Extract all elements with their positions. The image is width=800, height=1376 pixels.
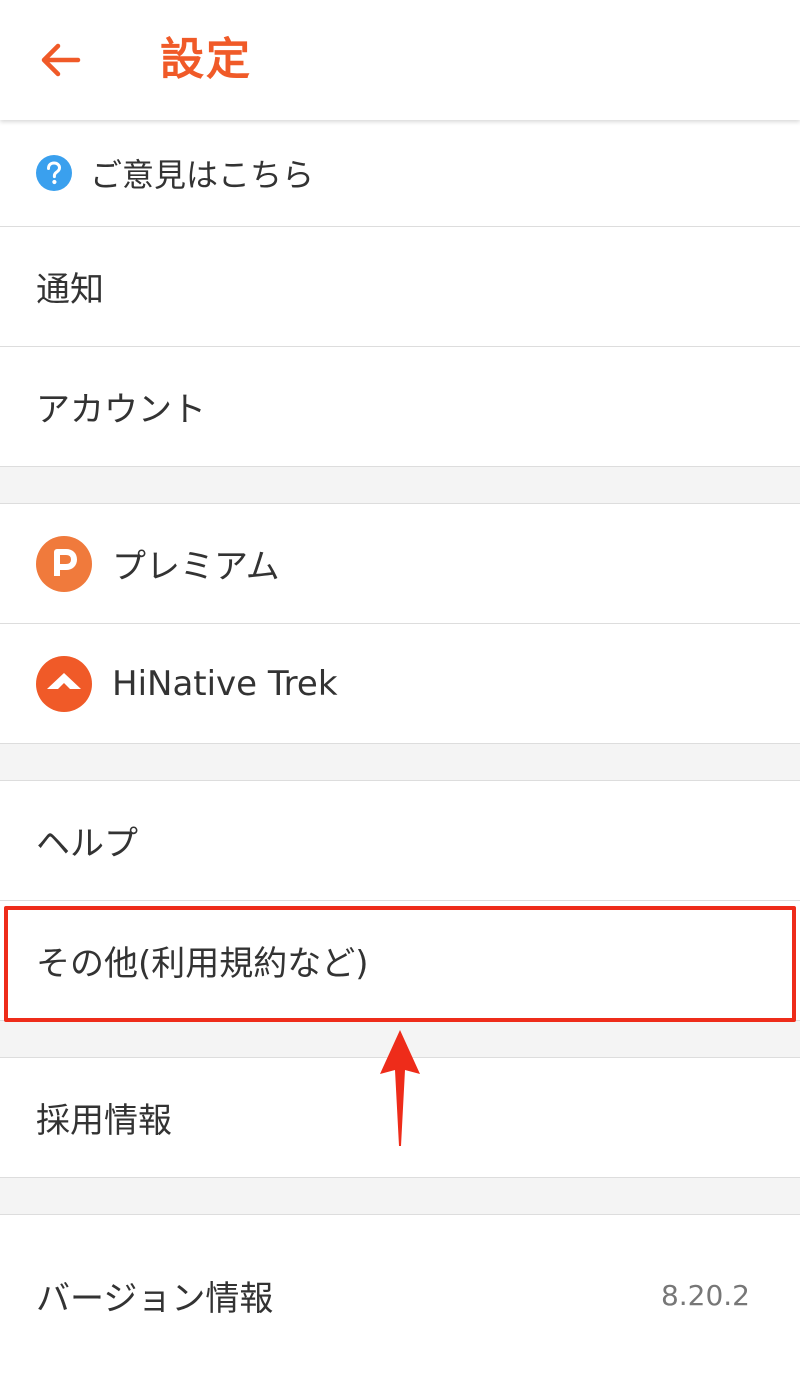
section-divider bbox=[0, 744, 800, 781]
question-circle-icon bbox=[36, 155, 72, 191]
section-divider bbox=[0, 1021, 800, 1058]
settings-item-notifications[interactable]: 通知 bbox=[0, 227, 800, 347]
settings-item-label: プレミアム bbox=[112, 547, 280, 587]
settings-list: ご意見はこちら 通知 アカウント プレミアム HiNative Trek ヘルプ bbox=[0, 120, 800, 1375]
settings-item-feedback[interactable]: ご意見はこちら bbox=[0, 120, 800, 227]
settings-item-label: 採用情報 bbox=[36, 1101, 172, 1141]
app-bar: 設定 bbox=[0, 0, 800, 120]
settings-item-label: アカウント bbox=[36, 390, 206, 430]
settings-item-label: HiNative Trek bbox=[112, 663, 338, 704]
settings-item-label: その他(利用規約など) bbox=[36, 944, 369, 984]
back-button[interactable] bbox=[30, 30, 90, 90]
settings-item-account[interactable]: アカウント bbox=[0, 347, 800, 467]
settings-item-premium[interactable]: プレミアム bbox=[0, 504, 800, 624]
section-divider bbox=[0, 1178, 800, 1215]
page-title: 設定 bbox=[160, 34, 252, 85]
settings-item-label: 通知 bbox=[36, 270, 104, 310]
settings-item-label: ヘルプ bbox=[36, 824, 138, 864]
settings-item-label: バージョン情報 bbox=[36, 1278, 274, 1319]
settings-item-version: バージョン情報 8.20.2 bbox=[0, 1215, 800, 1375]
arrow-left-icon bbox=[41, 43, 81, 77]
section-divider bbox=[0, 467, 800, 504]
settings-item-jobs[interactable]: 採用情報 bbox=[0, 1058, 800, 1178]
settings-item-help[interactable]: ヘルプ bbox=[0, 781, 800, 901]
settings-item-label: ご意見はこちら bbox=[90, 156, 315, 194]
settings-item-trek[interactable]: HiNative Trek bbox=[0, 624, 800, 744]
settings-item-other[interactable]: その他(利用規約など) bbox=[0, 901, 800, 1021]
premium-p-icon bbox=[36, 535, 92, 592]
version-number: 8.20.2 bbox=[660, 1278, 750, 1312]
trek-mountain-icon bbox=[36, 655, 92, 712]
